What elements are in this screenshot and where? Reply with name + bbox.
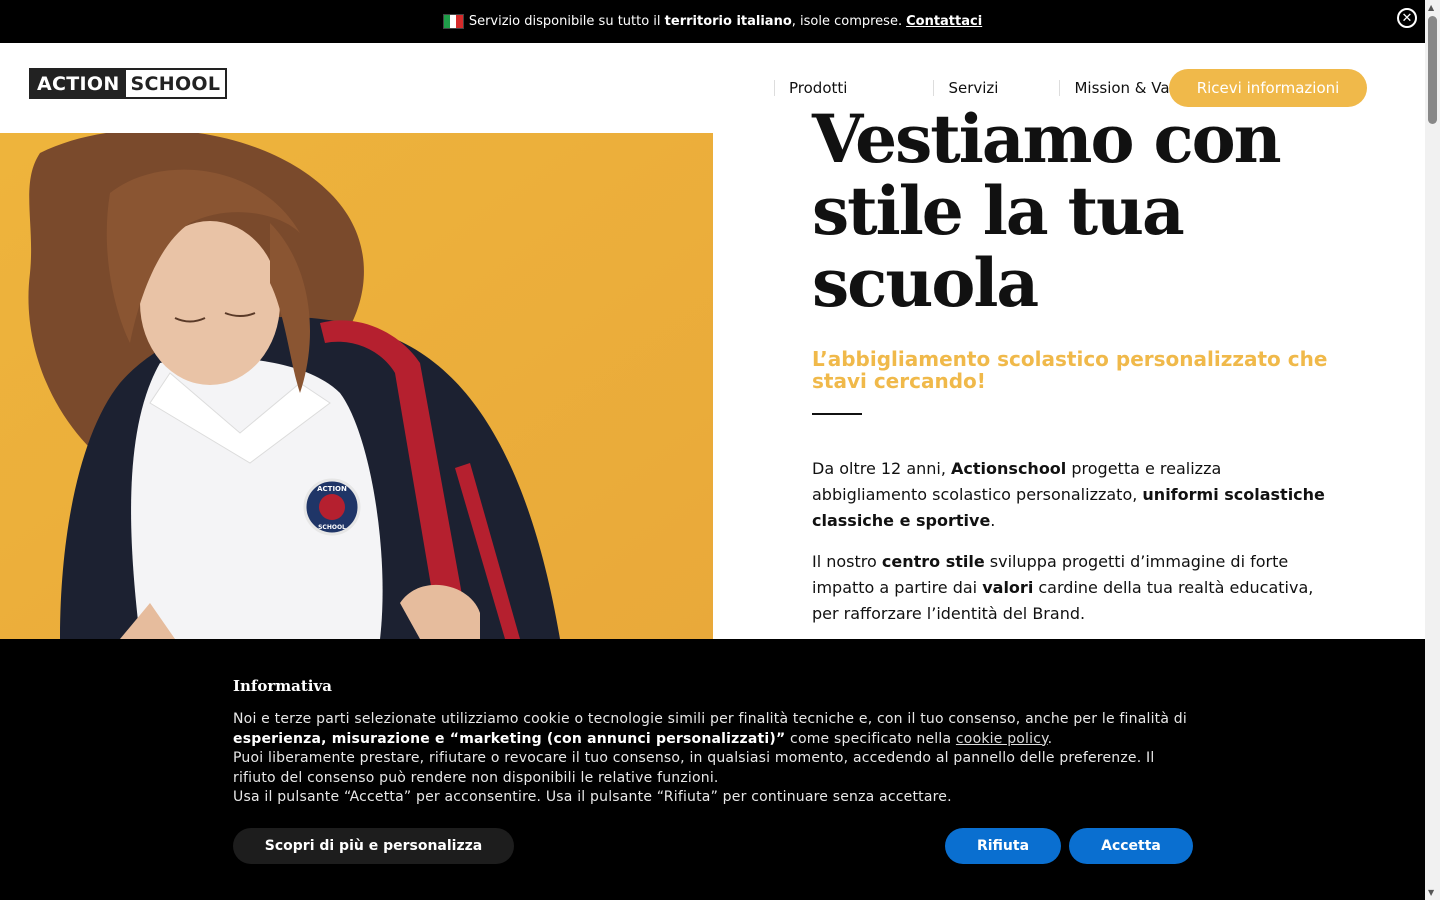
scroll-up-arrow-icon[interactable]: ▲ [1428,3,1434,12]
cookie-line-1-end: . [1047,730,1053,747]
cookie-line-2: Puoi liberamente prestare, rifiutare o r… [233,750,1155,786]
logo-school: SCHOOL [125,70,226,97]
headline-line-2: stile la tua [812,172,1185,250]
nav-item-prodotti[interactable]: Prodotti [774,79,861,97]
p2-text-1: Il nostro [812,552,882,571]
scroll-down-arrow-icon[interactable]: ▼ [1428,888,1434,897]
p1-text-1: Da oltre 12 anni, [812,459,952,478]
cookie-title: Informativa [233,677,332,695]
page-scrollbar[interactable]: ▲ ▼ [1425,0,1440,900]
cookie-line-1-bold: esperienza, misurazione e “marketing (co… [233,730,786,747]
intro-paragraph-1: Da oltre 12 anni, Actionschool progetta … [812,456,1332,534]
p1-text-3: . [990,511,996,530]
p2-bold-1: centro stile [881,552,985,571]
nav-item-servizi[interactable]: Servizi [933,79,1012,97]
notice-bold: territorio italiano [664,14,792,29]
student-uniform-illustration: ACTION SCHOOL [0,133,713,639]
scrollbar-thumb[interactable] [1428,16,1437,124]
top-notice-bar: Servizio disponibile su tutto il territo… [0,0,1425,43]
cookie-policy-link[interactable]: cookie policy [956,731,1048,747]
headline-line-3: scuola [812,244,1039,322]
contact-link[interactable]: Contattaci [906,14,982,29]
close-icon[interactable]: ✕ [1397,8,1417,28]
p2-bold-2: valori [982,578,1034,597]
notice-message: Servizio disponibile su tutto il territo… [469,14,902,29]
action-school-logo[interactable]: ACTION SCHOOL [29,68,228,99]
hero-subheading: L’abbigliamento scolastico personalizzat… [812,347,1328,393]
intro-paragraph-2: Il nostro centro stile sviluppa progetti… [812,549,1332,627]
accept-button[interactable]: Accetta [1069,828,1193,864]
notice-text: Servizio disponibile su tutto il [468,14,665,29]
badge-text-top: ACTION [317,485,347,493]
cookie-line-1-after: come specificato nella [785,730,956,747]
italy-flag-icon [442,14,464,29]
cookie-text: Noi e terze parti selezionate utilizziam… [233,710,1193,808]
badge-text-bottom: SCHOOL [318,524,346,531]
hero-headline: Vestiamo con stile la tua scuola [812,103,1372,319]
notice-text-end: , isole comprese. [791,14,903,29]
reject-button[interactable]: Rifiuta [945,828,1061,864]
cookie-banner: Informativa Noi e terze parti selezionat… [0,639,1425,900]
logo-action: ACTION [31,70,126,97]
p1-bold-1: Actionschool [951,459,1067,478]
divider [812,413,862,415]
learn-more-customize-button[interactable]: Scopri di più e personalizza [233,828,514,864]
headline-line-1: Vestiamo con [812,100,1282,178]
cookie-line-1: Noi e terze parti selezionate utilizziam… [233,711,1187,727]
cookie-line-3: Usa il pulsante “Accetta” per acconsenti… [233,789,952,806]
hero-image: ACTION SCHOOL [0,133,713,639]
